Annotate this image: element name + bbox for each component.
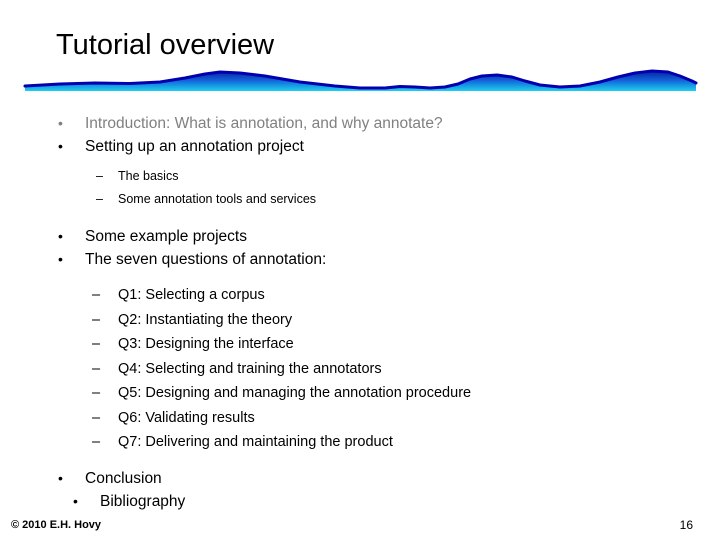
outline-item-label: Q7: Delivering and maintaining the produ… bbox=[118, 434, 393, 450]
bullet-dash-icon: – bbox=[92, 360, 101, 377]
outline-item-label: Some annotation tools and services bbox=[118, 192, 317, 206]
outline-item-bibliography[interactable]: • Bibliography bbox=[73, 490, 720, 513]
outline-item-setting-up[interactable]: • Setting up an annotation project bbox=[58, 135, 720, 158]
outline-item-introduction[interactable]: • Introduction: What is annotation, and … bbox=[58, 112, 720, 135]
outline-item-label: The basics bbox=[118, 169, 179, 183]
outline-item-q7[interactable]: – Q7: Delivering and maintaining the pro… bbox=[92, 430, 720, 455]
page-title: Tutorial overview bbox=[56, 29, 275, 61]
copyright-notice: © 2010 E.H. Hovy bbox=[11, 519, 102, 531]
bullet-dot-icon: • bbox=[58, 251, 63, 267]
slide-canvas: Tutorial overview • Introduction: What i… bbox=[0, 0, 720, 540]
outline-item-annotation-tools[interactable]: – Some annotation tools and services bbox=[96, 188, 720, 211]
outline-item-q6[interactable]: – Q6: Validating results bbox=[92, 406, 720, 431]
outline-item-example-projects[interactable]: • Some example projects bbox=[58, 225, 720, 248]
outline-item-label: Bibliography bbox=[100, 492, 186, 510]
outline-item-seven-questions[interactable]: • The seven questions of annotation: bbox=[58, 248, 720, 271]
outline-item-label: Some example projects bbox=[85, 228, 247, 245]
bullet-dot-icon: • bbox=[58, 115, 63, 131]
outline-item-q1[interactable]: – Q1: Selecting a corpus bbox=[92, 283, 720, 308]
outline-item-label: Q2: Instantiating the theory bbox=[118, 311, 293, 328]
outline-item-q2[interactable]: – Q2: Instantiating the theory bbox=[92, 308, 720, 333]
outline-item-label: The seven questions of annotation: bbox=[85, 251, 327, 268]
outline-item-label: Q5: Designing and managing the annotatio… bbox=[118, 385, 472, 401]
bullet-dot-icon: • bbox=[58, 138, 63, 154]
bullet-dash-icon: – bbox=[96, 169, 103, 183]
bullet-dot-icon: • bbox=[58, 228, 63, 244]
outline-list: • Introduction: What is annotation, and … bbox=[0, 112, 720, 513]
outline-item-label: Q3: Designing the interface bbox=[118, 336, 294, 352]
page-number: 16 bbox=[679, 518, 693, 532]
bullet-dot-icon: • bbox=[73, 492, 78, 509]
wave-divider-decoration bbox=[0, 68, 720, 104]
bullet-dash-icon: – bbox=[92, 434, 101, 450]
outline-item-label: Q1: Selecting a corpus bbox=[118, 287, 265, 303]
outline-item-q5[interactable]: – Q5: Designing and managing the annotat… bbox=[92, 381, 720, 406]
outline-item-q3[interactable]: – Q3: Designing the interface bbox=[92, 332, 720, 357]
outline-item-the-basics[interactable]: – The basics bbox=[96, 165, 720, 188]
outline-item-label: Q6: Validating results bbox=[118, 409, 255, 426]
outline-item-label: Conclusion bbox=[85, 469, 162, 487]
wave-divider-icon bbox=[23, 69, 698, 91]
bullet-dash-icon: – bbox=[92, 385, 101, 401]
outline-item-conclusion[interactable]: • Conclusion bbox=[58, 467, 720, 490]
outline-item-q4[interactable]: – Q4: Selecting and training the annotat… bbox=[92, 357, 720, 382]
bullet-dot-icon: • bbox=[58, 469, 63, 486]
bullet-dash-icon: – bbox=[92, 336, 101, 352]
outline-item-label: Introduction: What is annotation, and wh… bbox=[85, 115, 443, 132]
bullet-dash-icon: – bbox=[92, 287, 101, 303]
bullet-dash-icon: – bbox=[92, 409, 101, 426]
bullet-dash-icon: – bbox=[96, 192, 103, 206]
bullet-dash-icon: – bbox=[92, 311, 101, 328]
outline-item-label: Setting up an annotation project bbox=[85, 138, 304, 155]
outline-item-label: Q4: Selecting and training the annotator… bbox=[118, 360, 382, 377]
